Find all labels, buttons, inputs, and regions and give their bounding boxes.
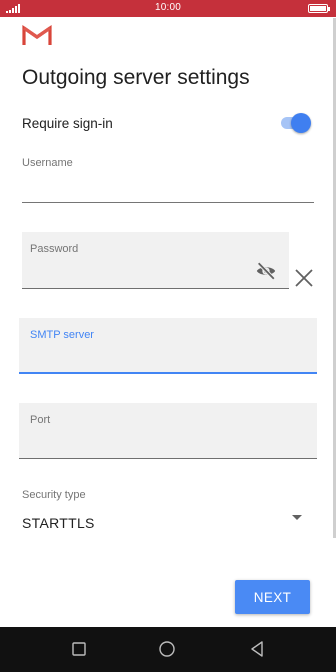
smtp-server-label: SMTP server xyxy=(30,329,94,341)
username-field[interactable] xyxy=(22,172,314,202)
dropdown-arrow-icon[interactable] xyxy=(291,514,303,522)
port-field[interactable] xyxy=(19,403,317,459)
smtp-server-field[interactable] xyxy=(19,318,317,374)
require-signin-label: Require sign-in xyxy=(22,116,113,131)
close-icon[interactable] xyxy=(293,267,315,289)
gmail-logo xyxy=(22,24,52,45)
next-button[interactable]: NEXT xyxy=(235,580,310,614)
nav-bar xyxy=(0,627,336,672)
battery-icon xyxy=(308,4,330,13)
visibility-off-icon[interactable] xyxy=(255,260,277,282)
security-type-label: Security type xyxy=(22,489,86,501)
username-underline xyxy=(22,202,314,203)
require-signin-toggle[interactable] xyxy=(281,112,311,134)
status-time: 10:00 xyxy=(154,2,182,13)
toggle-thumb xyxy=(291,113,311,133)
username-label: Username xyxy=(22,157,73,169)
status-bar: 10:00 xyxy=(0,0,336,17)
security-type-value: STARTTLS xyxy=(22,515,95,531)
password-field[interactable] xyxy=(22,232,289,289)
back-icon[interactable] xyxy=(248,640,266,658)
port-label: Port xyxy=(30,414,51,426)
password-label: Password xyxy=(30,243,79,255)
page-title: Outgoing server settings xyxy=(22,66,250,89)
recents-icon[interactable] xyxy=(70,640,88,658)
home-icon[interactable] xyxy=(158,640,176,658)
